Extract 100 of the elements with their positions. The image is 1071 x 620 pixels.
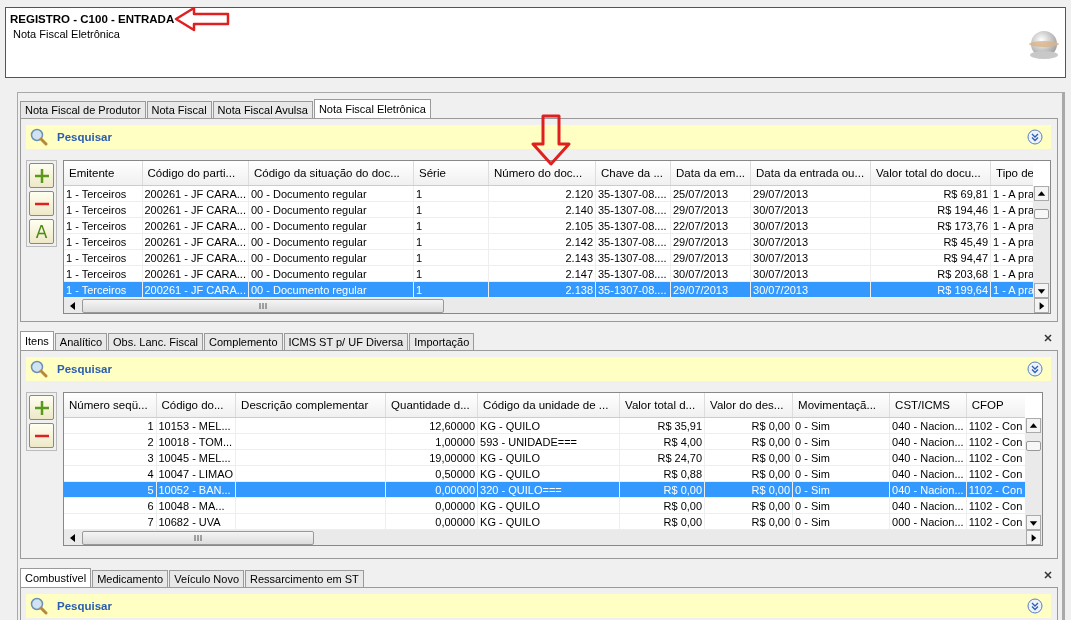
left-arrow-icon[interactable] [70, 301, 75, 310]
column-header[interactable]: Valor total do docu... [870, 161, 991, 186]
add-button[interactable] [29, 395, 54, 420]
down-arrow-icon[interactable] [1037, 288, 1046, 294]
table-cell: 30/07/2013 [753, 219, 809, 232]
table-cell: 1 [416, 203, 423, 216]
table-cell: 00 - Documento regular [251, 235, 367, 248]
table-cell: 10018 - TOM... [158, 435, 233, 448]
tab[interactable]: ICMS ST p/ UF Diversa [283, 333, 409, 350]
up-arrow-icon[interactable] [1037, 190, 1046, 196]
table-cell: 1 - Terceiros [66, 251, 127, 264]
table-cell: 2.105 [565, 219, 593, 232]
table-cell: 35-1307-08.... [598, 203, 667, 216]
table-cell: 1 - Terceiros [66, 219, 127, 232]
search-bar[interactable]: Pesquisar [26, 125, 1051, 149]
tab[interactable]: Complemento [204, 333, 283, 350]
right-arrow-icon[interactable] [1039, 301, 1045, 310]
tab[interactable]: Itens [20, 331, 54, 350]
text-button[interactable]: A [29, 219, 54, 244]
table-cell: 35-1307-08.... [598, 187, 667, 200]
tab[interactable]: Nota Fiscal de Produtor [20, 101, 146, 118]
tab[interactable]: Nota Fiscal [146, 101, 212, 118]
column-header[interactable]: Data da em... [670, 161, 751, 186]
close-icon[interactable] [1044, 334, 1052, 342]
table-cell: R$ 199,64 [937, 283, 989, 296]
column-header[interactable]: CST/ICMS [889, 393, 967, 418]
column-header[interactable]: Emitente [64, 161, 142, 186]
table-cell: 2.142 [565, 235, 593, 248]
table-cell: R$ 0,00 [751, 515, 791, 528]
expand-icon[interactable] [1027, 598, 1043, 614]
column-header[interactable]: Quantidade d... [385, 393, 478, 418]
column-header[interactable]: Código do... [156, 393, 236, 418]
table-cell: 0 - Sim [795, 467, 830, 480]
up-arrow-icon[interactable] [1029, 422, 1038, 428]
table-cell: 35-1307-08.... [598, 219, 667, 232]
tab[interactable]: Ressarcimento em ST [245, 570, 364, 587]
remove-button[interactable] [29, 191, 54, 216]
table-cell: 00 - Documento regular [251, 203, 367, 216]
scroll-thumb[interactable] [1034, 209, 1049, 219]
down-arrow-icon[interactable] [1029, 520, 1038, 526]
column-header[interactable]: Série [413, 161, 489, 186]
table-cell: KG - QUILO [480, 467, 540, 480]
search-bar[interactable]: Pesquisar [26, 357, 1051, 381]
table-cell: R$ 0,00 [751, 467, 791, 480]
table-cell: R$ 0,00 [751, 451, 791, 464]
page-title: REGISTRO - C100 - ENTRADA [10, 13, 175, 25]
expand-icon[interactable] [1027, 129, 1043, 145]
table-cell: 2.143 [565, 251, 593, 264]
table-cell: 0,50000 [435, 467, 476, 480]
column-header[interactable]: Movimentaçã... [792, 393, 890, 418]
add-button[interactable] [29, 163, 54, 188]
table-cell: 1 [147, 419, 154, 432]
tab[interactable]: Importação [409, 333, 475, 350]
tab[interactable]: Combustível [20, 568, 92, 587]
column-header[interactable]: Código da situação do doc... [248, 161, 414, 186]
column-header[interactable]: CFOP [966, 393, 1025, 418]
vertical-scrollbar[interactable] [1025, 418, 1042, 545]
table-cell: 200261 - JF CARA... [144, 219, 246, 232]
tab[interactable]: Analítico [54, 333, 108, 350]
arrow-icon [530, 114, 572, 166]
table-cell: 00 - Documento regular [251, 187, 367, 200]
tab[interactable]: Nota Fiscal Eletrônica [313, 99, 431, 118]
left-arrow-icon[interactable] [70, 533, 75, 542]
table-cell: 1102 - Con [968, 515, 1023, 528]
scroll-thumb[interactable] [1026, 441, 1041, 451]
table-cell: 19,00000 [429, 451, 476, 464]
column-header[interactable]: Chave da ... [595, 161, 671, 186]
column-header[interactable]: Valor do des... [704, 393, 793, 418]
column-header[interactable]: Descrição complementar [235, 393, 386, 418]
remove-button[interactable] [29, 423, 54, 448]
horizontal-scrollbar[interactable] [64, 298, 1033, 313]
table-cell: 200261 - JF CARA... [144, 283, 246, 296]
search-bar[interactable]: Pesquisar [26, 594, 1051, 618]
table-cell: 200261 - JF CARA... [144, 251, 246, 264]
tab[interactable]: Nota Fiscal Avulsa [212, 101, 313, 118]
table-cell: 10052 - BAN... [158, 483, 231, 496]
expand-icon[interactable] [1027, 361, 1043, 377]
plus-icon [33, 399, 50, 416]
table-cell: 040 - Nacion... [892, 435, 964, 448]
column-header[interactable]: Número seqü... [64, 393, 156, 418]
column-header[interactable]: Data da entrada ou... [750, 161, 871, 186]
column-header[interactable]: Código do parti... [142, 161, 249, 186]
tab[interactable]: Obs. Lanc. Fiscal [108, 333, 204, 350]
column-header[interactable]: Número do doc... [488, 161, 596, 186]
table-cell: 040 - Nacion... [892, 467, 964, 480]
tab[interactable]: Veículo Novo [169, 570, 244, 587]
table-cell: 2.138 [565, 283, 593, 296]
close-icon[interactable] [1044, 571, 1052, 579]
vertical-scrollbar[interactable] [1033, 186, 1050, 313]
horizontal-scrollbar[interactable] [64, 530, 1025, 545]
tab[interactable]: Medicamento [92, 570, 169, 587]
column-header[interactable]: Valor total d... [619, 393, 705, 418]
table-cell: 0 - Sim [795, 435, 830, 448]
column-header[interactable]: Código da unidade de ... [477, 393, 620, 418]
column-header[interactable]: Tipo de [990, 161, 1033, 186]
table-cell: 00 - Documento regular [251, 251, 367, 264]
table-cell: 0 - Sim [795, 483, 830, 496]
table-cell: 00 - Documento regular [251, 219, 367, 232]
right-arrow-icon[interactable] [1031, 533, 1037, 542]
table-cell: R$ 69,81 [943, 187, 989, 200]
